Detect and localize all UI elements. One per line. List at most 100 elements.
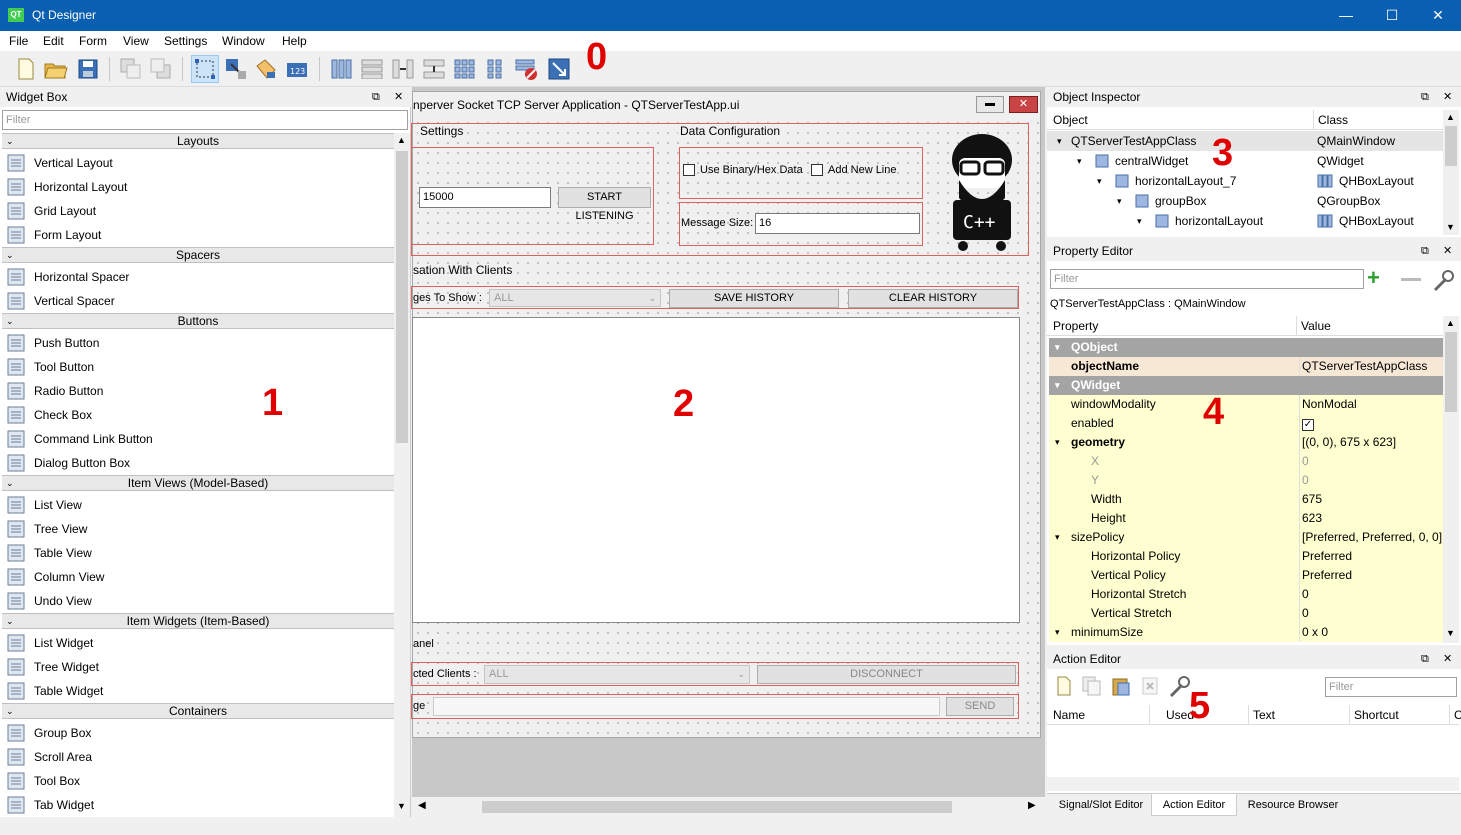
adjust-size-icon[interactable] [545,55,573,83]
conversation-text-area[interactable] [412,317,1020,623]
edit-widgets-icon[interactable] [191,55,219,83]
widget-item[interactable]: Command Link Button [6,427,153,451]
property-value[interactable]: NonModal [1299,395,1443,414]
property-value[interactable]: Preferred [1299,566,1443,585]
expand-arrow-icon[interactable]: ▾ [1077,151,1082,171]
menu-view[interactable]: View [123,34,149,48]
scroll-down-icon[interactable]: ▼ [1446,628,1455,638]
widget-item[interactable]: Table View [6,541,92,565]
widget-item[interactable]: Column View [6,565,104,589]
property-value[interactable]: 623 [1299,509,1443,528]
property-value[interactable]: [(0, 0), 675 x 623] [1299,433,1443,452]
property-row[interactable]: minimumSize ▾ 0 x 0 [1049,623,1443,642]
maximize-button[interactable]: ☐ [1369,0,1415,31]
new-action-icon[interactable] [1056,676,1072,699]
edit-buddies-icon[interactable] [252,55,280,83]
expand-arrow-icon[interactable]: ▾ [1137,211,1142,231]
category-header[interactable]: ⌄ Spacers [2,247,394,263]
widget-item[interactable]: Check Box [6,403,92,427]
tab-resource-browser[interactable]: Resource Browser [1239,794,1347,816]
float-dock-icon[interactable]: ⧉ [1421,87,1429,107]
add-new-line-checkbox[interactable]: Add New Line [811,164,897,176]
send-button[interactable]: SEND [946,697,1014,716]
expand-arrow-icon[interactable]: ▾ [1057,131,1062,151]
property-value[interactable]: ✓ [1299,414,1443,433]
property-value[interactable]: 0 [1299,471,1443,490]
widget-item[interactable]: Dialog Button Box [6,451,130,475]
port-input[interactable]: 15000 [419,187,551,208]
widget-item[interactable]: Vertical Spacer [6,289,115,313]
menu-edit[interactable]: Edit [43,34,64,48]
category-header[interactable]: ⌄ Layouts [2,133,394,149]
scroll-right-icon[interactable]: ▶ [1028,800,1036,811]
object-tree-row[interactable]: ▾ groupBox QGroupBox [1047,191,1443,211]
form-minimize-button[interactable]: ▬ [976,96,1004,113]
property-row[interactable]: Horizontal Policy Preferred [1049,547,1443,566]
property-scrollbar[interactable]: ▲ ▼ [1443,316,1459,643]
paste-action-icon[interactable] [1111,676,1131,699]
menu-form[interactable]: Form [79,34,107,48]
mdi-horizontal-scrollbar[interactable]: ◀ ▶ [412,797,1045,817]
scroll-down-icon[interactable]: ▼ [397,801,406,811]
clear-history-button[interactable]: CLEAR HISTORY [848,289,1018,308]
widget-item[interactable]: Push Button [6,331,99,355]
close-dock-icon[interactable]: ✕ [1443,87,1452,107]
scroll-left-icon[interactable]: ◀ [418,800,426,811]
disconnect-button[interactable]: DISCONNECT [757,665,1016,684]
widget-item[interactable]: Tab Widget [6,793,94,817]
new-file-icon[interactable] [12,55,40,83]
float-dock-icon[interactable]: ⧉ [1421,241,1429,261]
property-row[interactable]: Y0 [1049,471,1443,490]
expand-arrow-icon[interactable]: ▾ [1055,623,1060,642]
expand-arrow-icon[interactable]: ▾ [1055,528,1060,547]
col-text[interactable]: Text [1248,705,1275,725]
widget-item[interactable]: Undo View [6,589,92,613]
edit-tab-order-icon[interactable]: 123 [284,55,312,83]
property-row[interactable]: Horizontal Stretch 0 [1049,585,1443,604]
widget-item[interactable]: List Widget [6,631,93,655]
scroll-down-icon[interactable]: ▼ [1446,222,1455,232]
enabled-checkbox[interactable]: ✓ [1302,419,1314,431]
category-header[interactable]: ⌄ Item Views (Model-Based) [2,475,394,491]
property-value[interactable]: 0 [1299,585,1443,604]
category-header[interactable]: ⌄ Buttons [2,313,394,329]
property-row[interactable]: Width 675 [1049,490,1443,509]
col-used[interactable]: Used [1149,705,1194,725]
message-size-input[interactable]: 16 [755,213,920,234]
tab-action-editor[interactable]: Action Editor [1151,794,1237,816]
property-row[interactable]: sizePolicy ▾ [Preferred, Preferred, 0, 0] [1049,528,1443,547]
object-tree-row[interactable]: ▾ horizontalLayout_7 QHBoxLayout [1047,171,1443,191]
menu-settings[interactable]: Settings [164,34,207,48]
message-input[interactable] [433,697,940,716]
start-listening-button[interactable]: START LISTENING [558,187,651,222]
scroll-up-icon[interactable]: ▲ [1446,318,1455,328]
property-group-row[interactable]: QObject ▾ [1049,338,1443,357]
widget-item[interactable]: Vertical Layout [6,151,113,175]
lay-out-vertically-icon[interactable] [358,55,386,83]
configure-wrench-icon[interactable] [1431,268,1455,292]
property-value[interactable]: 0 x 0 [1299,623,1443,642]
connected-clients-combo[interactable]: ALL ⌄ [484,665,750,684]
widget-item[interactable]: Tool Button [6,355,94,379]
property-row[interactable]: objectName QTServerTestAppClass [1049,357,1443,376]
menu-file[interactable]: File [9,34,28,48]
property-row[interactable]: Height 623 [1049,509,1443,528]
col-c[interactable]: C [1449,705,1461,725]
save-icon[interactable] [74,55,102,83]
col-class[interactable]: Class [1313,110,1348,130]
expand-arrow-icon[interactable]: ▾ [1117,191,1122,211]
widget-box-scrollbar[interactable]: ▲ ▼ [394,133,410,817]
scroll-thumb[interactable] [1445,332,1457,412]
widget-item[interactable]: List View [6,493,82,517]
close-button[interactable]: ✕ [1415,0,1461,31]
vertical-splitter-icon[interactable] [420,55,448,83]
object-tree-row[interactable]: ▾ horizontalLayout QHBoxLayout [1047,211,1443,231]
property-filter[interactable]: Filter [1050,269,1364,289]
property-row[interactable]: Vertical Policy Preferred [1049,566,1443,585]
property-value[interactable]: 675 [1299,490,1443,509]
property-value[interactable]: 0 [1299,604,1443,623]
widget-item[interactable]: Tree Widget [6,655,99,679]
save-history-button[interactable]: SAVE HISTORY [669,289,839,308]
widget-item[interactable]: Scroll Area [6,745,92,769]
bring-to-front-icon[interactable] [147,55,175,83]
